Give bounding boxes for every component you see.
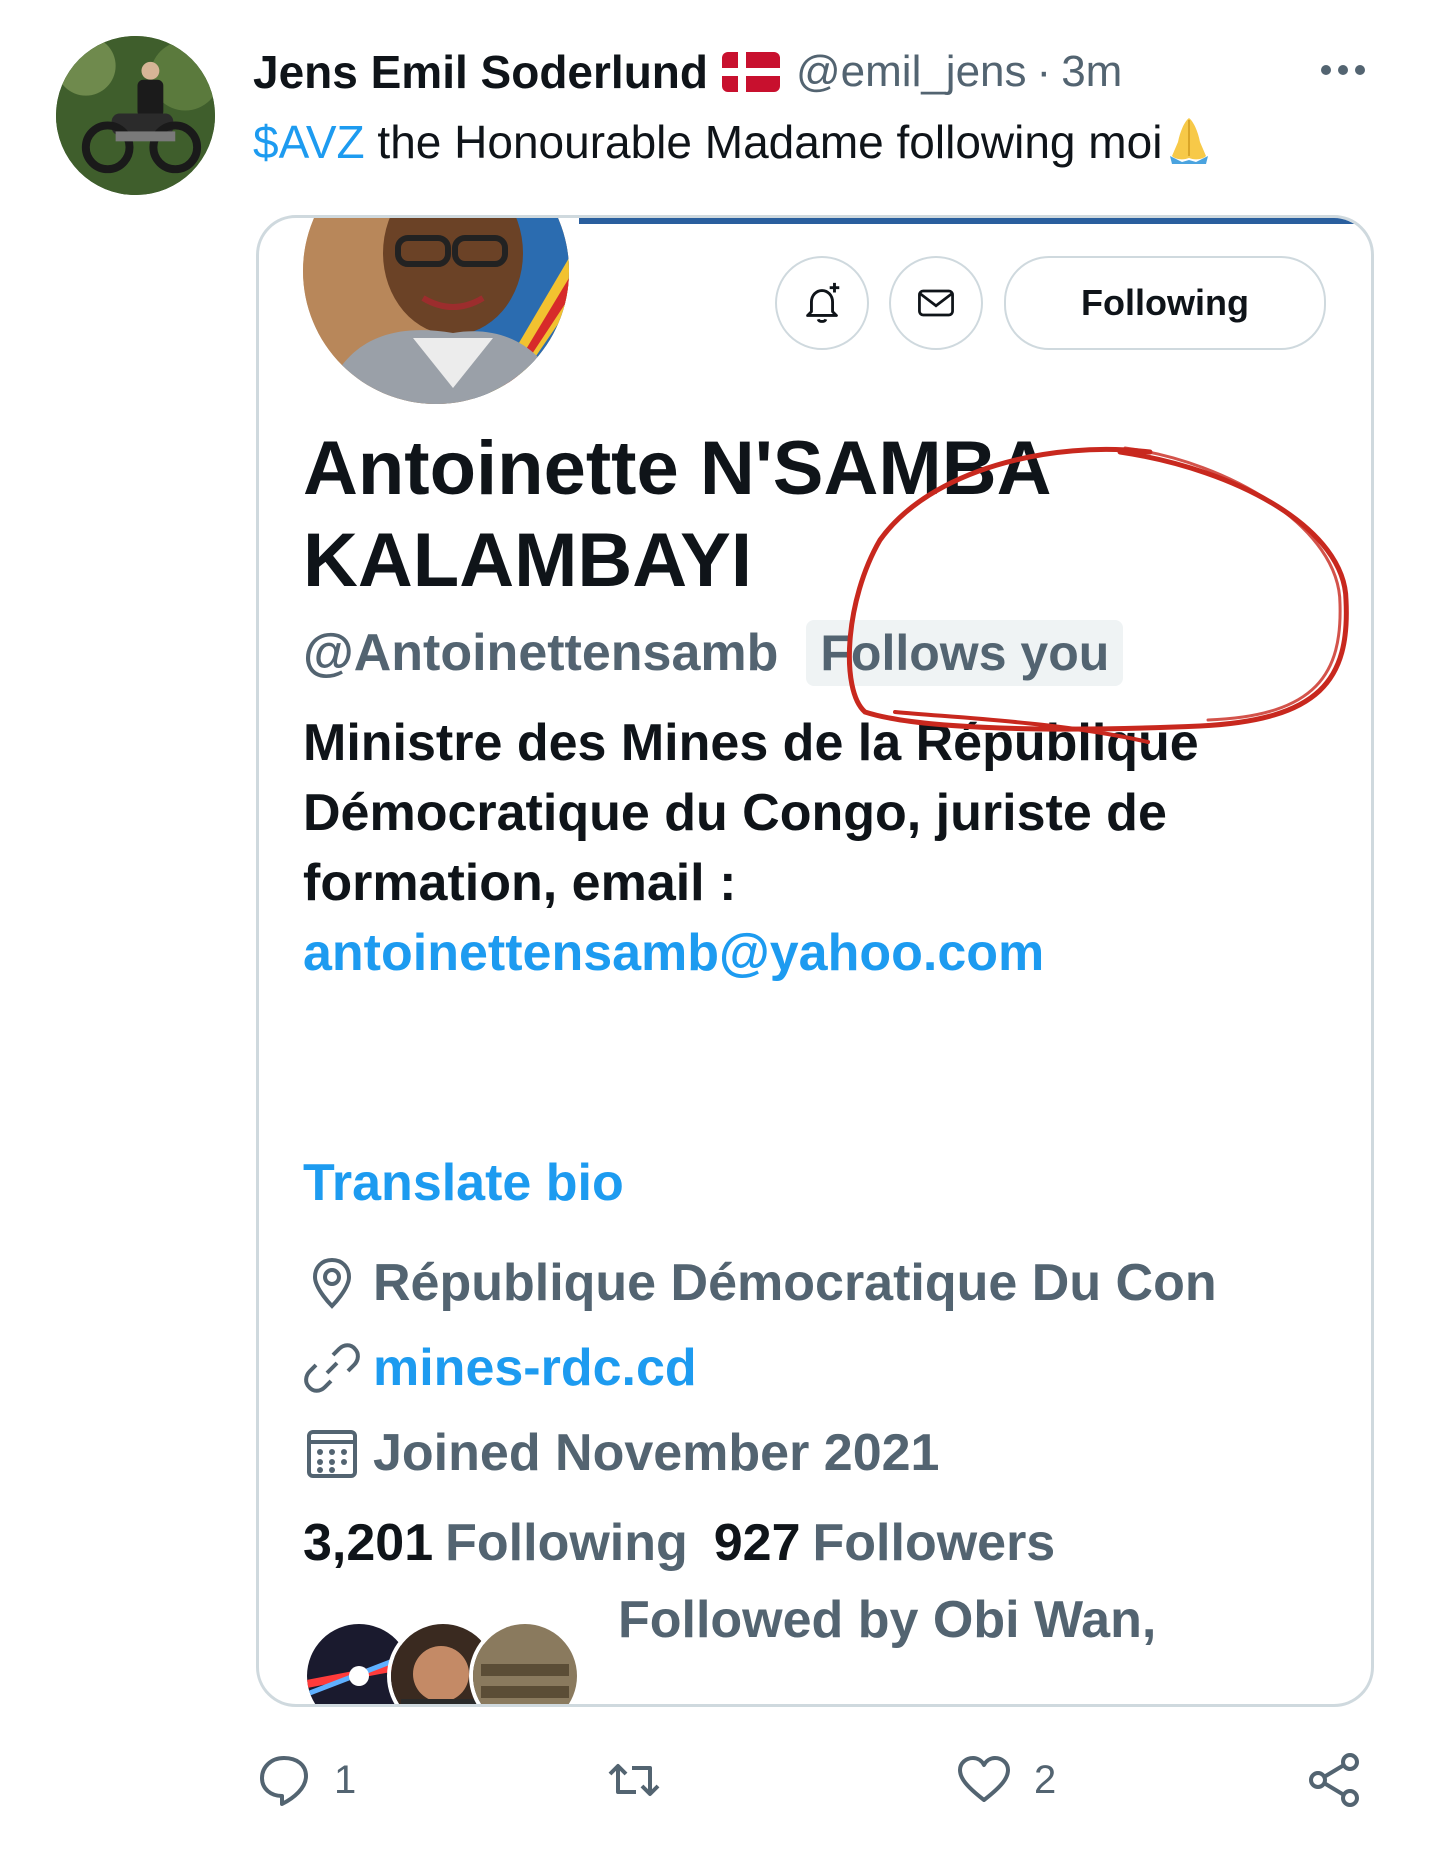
followers-count[interactable]: 927 bbox=[714, 1513, 801, 1573]
joined-row: Joined November 2021 bbox=[303, 1418, 939, 1488]
tweet: Jens Emil Soderlund @emil_jens · 3m $AVZ… bbox=[0, 0, 1440, 1873]
follows-you-badge: Follows you bbox=[806, 620, 1124, 686]
denmark-flag-icon bbox=[722, 52, 780, 92]
retweet-button[interactable] bbox=[606, 1740, 662, 1820]
notifications-bell-button[interactable] bbox=[775, 256, 869, 350]
followers-label[interactable]: Followers bbox=[813, 1513, 1056, 1573]
author-name[interactable]: Jens Emil Soderlund bbox=[253, 45, 708, 99]
folded-hands-emoji-icon bbox=[1162, 112, 1216, 166]
envelope-icon bbox=[918, 289, 954, 317]
message-button[interactable] bbox=[889, 256, 983, 350]
profile-handle-row: @Antoinettensamb Follows you bbox=[303, 613, 1124, 693]
banner-edge bbox=[579, 218, 1371, 224]
reply-bubble-icon bbox=[260, 1756, 308, 1806]
calendar-icon bbox=[303, 1424, 361, 1482]
location-pin-icon bbox=[303, 1254, 361, 1312]
more-options-icon[interactable] bbox=[1318, 55, 1368, 85]
heart-icon bbox=[958, 1756, 1010, 1802]
author-avatar[interactable] bbox=[56, 36, 215, 195]
tweet-actions: 1 2 bbox=[256, 1740, 1368, 1820]
profile-name: Antoinette N'SAMBA KALAMBAYI bbox=[303, 426, 1049, 603]
like-count: 2 bbox=[1034, 1757, 1057, 1802]
like-button[interactable]: 2 bbox=[956, 1740, 1056, 1820]
website-row: mines-rdc.cd bbox=[303, 1333, 697, 1403]
location-text: République Démocratique Du Con bbox=[373, 1254, 1217, 1312]
cashtag-link[interactable]: $AVZ bbox=[253, 116, 365, 168]
translate-bio-link[interactable]: Translate bio bbox=[303, 1153, 624, 1213]
reply-button[interactable]: 1 bbox=[256, 1740, 356, 1820]
location-row: République Démocratique Du Con bbox=[303, 1248, 1217, 1318]
profile-handle: @Antoinettensamb bbox=[303, 624, 779, 682]
reply-count: 1 bbox=[334, 1757, 357, 1802]
retweet-icon bbox=[608, 1764, 660, 1796]
profile-picture bbox=[303, 218, 569, 404]
bell-plus-icon bbox=[806, 282, 840, 323]
bio-text: Ministre des Mines de la République Démo… bbox=[303, 714, 1199, 912]
tweet-time[interactable]: 3m bbox=[1061, 47, 1122, 97]
follow-counts: 3,201 Following 927 Followers bbox=[303, 1508, 1055, 1578]
tweet-body: the Honourable Madame following moi bbox=[364, 116, 1163, 168]
followed-by-text[interactable]: Followed by Obi Wan, bbox=[618, 1590, 1156, 1650]
author-handle[interactable]: @emil_jens bbox=[796, 47, 1027, 97]
tweet-header: Jens Emil Soderlund @emil_jens · 3m bbox=[253, 42, 1122, 102]
embedded-profile-screenshot[interactable]: Following Antoinette N'SAMBA KALAMBAYI @… bbox=[256, 215, 1374, 1707]
following-count[interactable]: 3,201 bbox=[303, 1513, 433, 1573]
follower-avatar bbox=[469, 1620, 581, 1704]
bio-email-link[interactable]: antoinettensamb@yahoo.com bbox=[303, 924, 1044, 982]
profile-bio: Ministre des Mines de la République Démo… bbox=[303, 708, 1203, 988]
joined-text: Joined November 2021 bbox=[373, 1424, 940, 1482]
following-label[interactable]: Following bbox=[445, 1513, 688, 1573]
link-icon bbox=[303, 1339, 361, 1397]
tweet-text: $AVZ the Honourable Madame following moi bbox=[253, 112, 1216, 169]
separator: · bbox=[1036, 47, 1052, 96]
following-button[interactable]: Following bbox=[1004, 256, 1326, 350]
website-link[interactable]: mines-rdc.cd bbox=[373, 1338, 697, 1398]
share-button[interactable] bbox=[1306, 1740, 1362, 1820]
followed-by-row: Followed by Obi Wan, bbox=[303, 1590, 1363, 1704]
share-icon bbox=[1309, 1753, 1359, 1807]
